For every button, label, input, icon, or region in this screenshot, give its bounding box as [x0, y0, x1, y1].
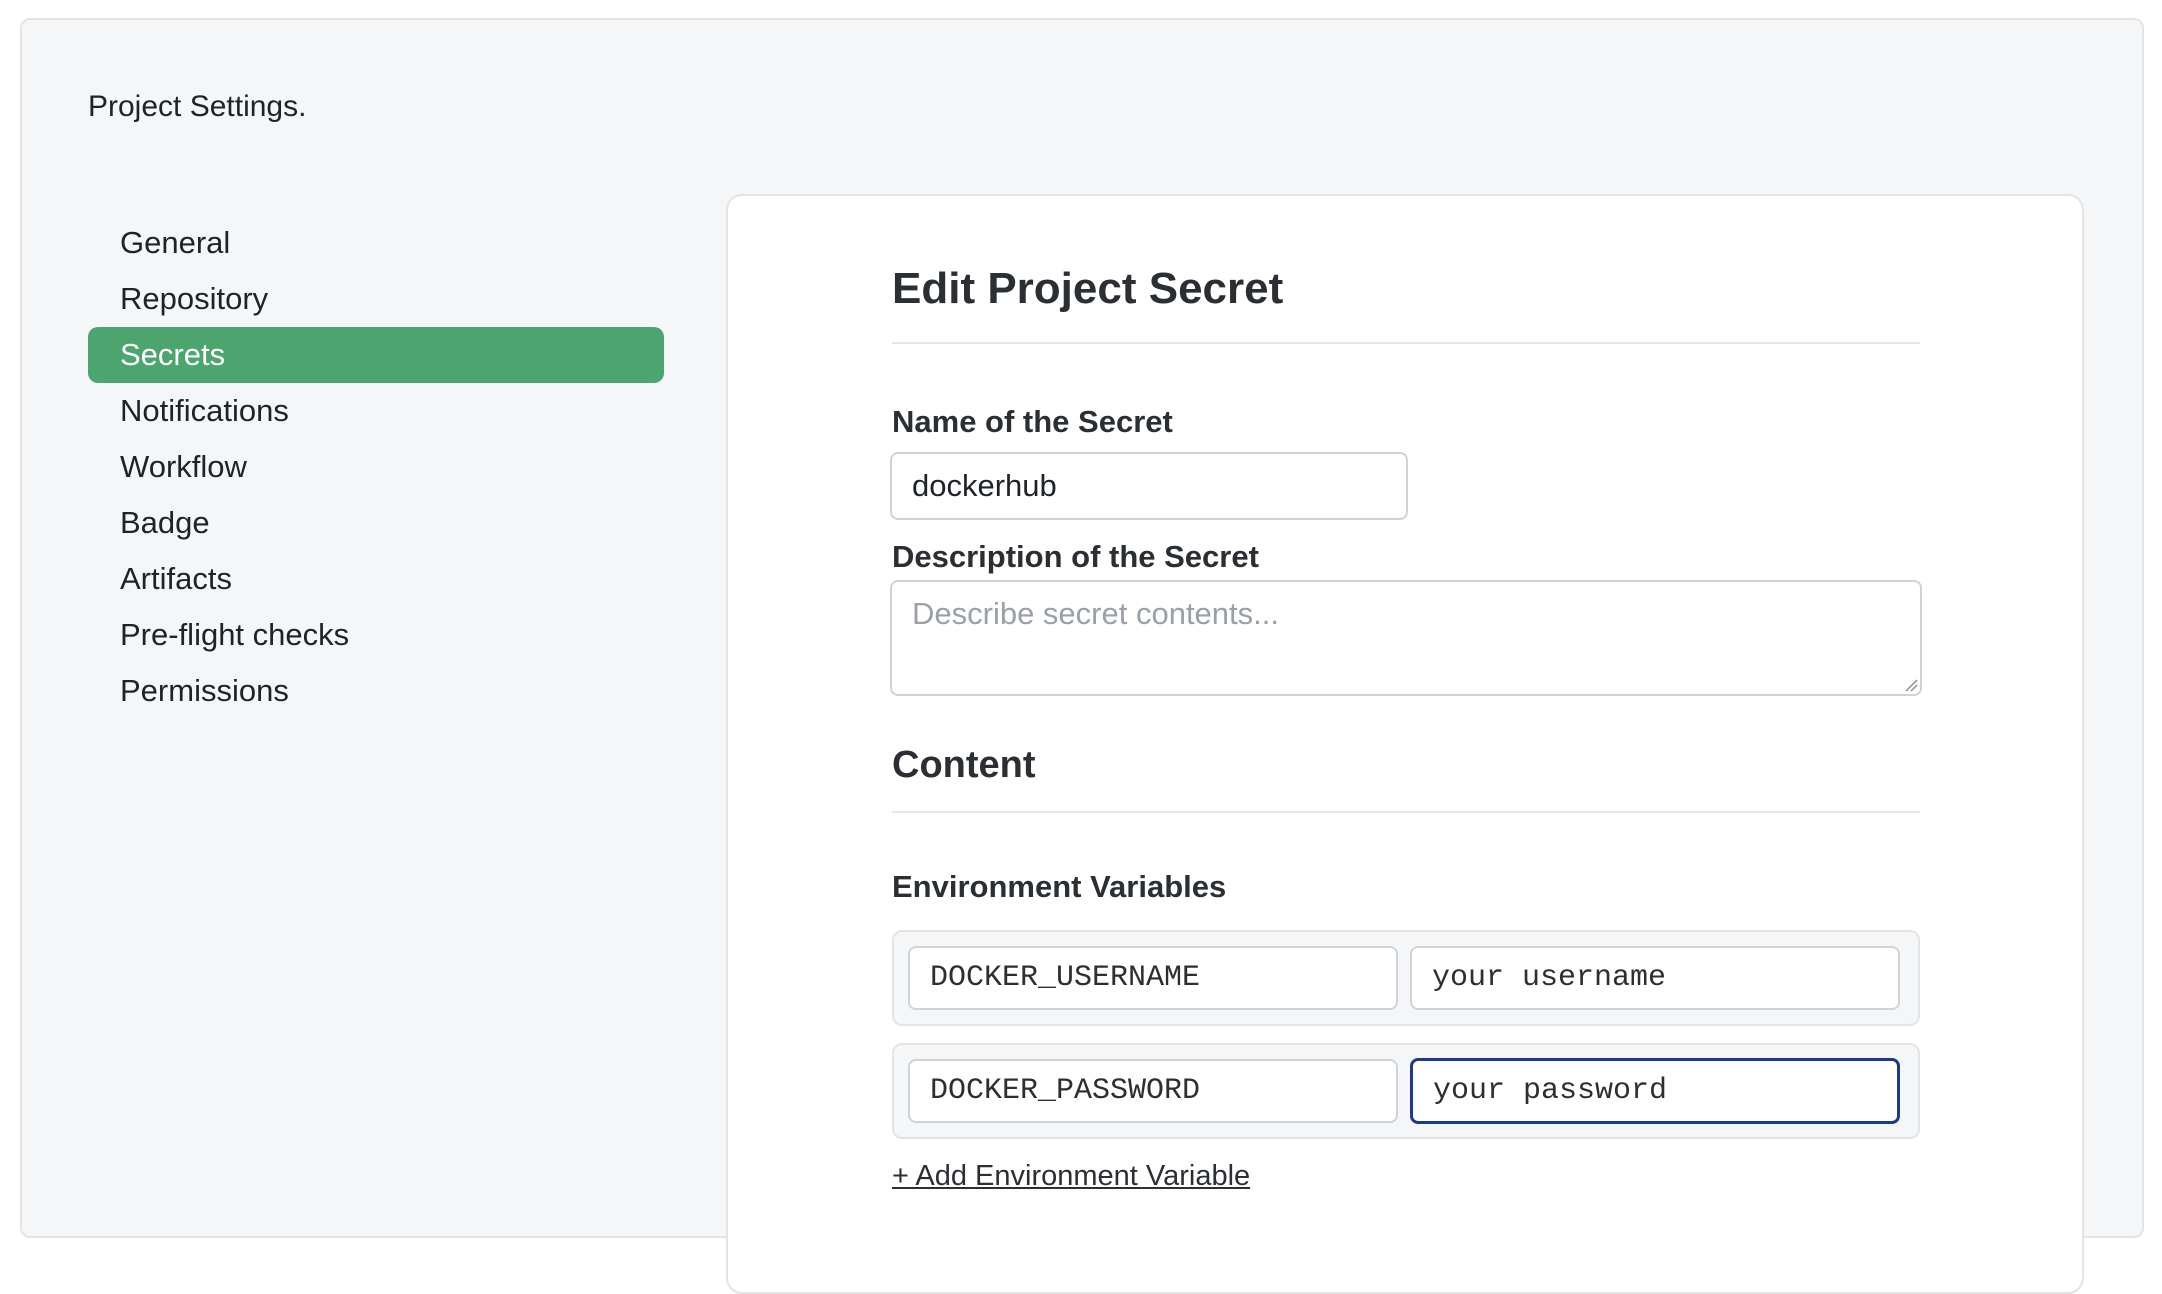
env-vars-label: Environment Variables [892, 869, 1227, 904]
secret-description-textarea[interactable] [890, 580, 1922, 696]
sidebar-item-workflow[interactable]: Workflow [88, 439, 664, 495]
sidebar-item-general[interactable]: General [88, 215, 664, 271]
secret-description-label: Description of the Secret [892, 539, 1259, 574]
env-var-value-input[interactable] [1410, 1058, 1900, 1124]
form-title: Edit Project Secret [892, 264, 1284, 313]
env-var-name-input[interactable] [908, 1059, 1398, 1123]
content-section-title: Content [892, 744, 1036, 786]
sidebar-item-notifications[interactable]: Notifications [88, 383, 664, 439]
page-title: Project Settings. [88, 90, 307, 123]
sidebar-item-secrets[interactable]: Secrets [88, 327, 664, 383]
sidebar-item-badge[interactable]: Badge [88, 495, 664, 551]
sidebar-item-artifacts[interactable]: Artifacts [88, 551, 664, 607]
content-divider [892, 811, 1920, 813]
sidebar-item-pre-flight-checks[interactable]: Pre-flight checks [88, 607, 664, 663]
sidebar-item-permissions[interactable]: Permissions [88, 663, 664, 719]
env-var-name-input[interactable] [908, 946, 1398, 1010]
settings-sidebar: General Repository Secrets Notifications… [88, 215, 664, 719]
title-divider [892, 342, 1920, 344]
settings-panel: Project Settings. General Repository Sec… [20, 18, 2144, 1294]
add-env-var-link[interactable]: + Add Environment Variable [892, 1160, 1250, 1193]
secret-name-input[interactable] [890, 452, 1408, 520]
env-var-value-input[interactable] [1410, 946, 1900, 1010]
env-var-row [892, 1043, 1920, 1139]
edit-secret-card: Edit Project Secret Name of the Secret D… [726, 194, 2084, 1294]
env-var-row [892, 930, 1920, 1026]
secret-name-label: Name of the Secret [892, 404, 1173, 439]
sidebar-item-repository[interactable]: Repository [88, 271, 664, 327]
resize-grip-icon[interactable] [1904, 678, 1918, 692]
